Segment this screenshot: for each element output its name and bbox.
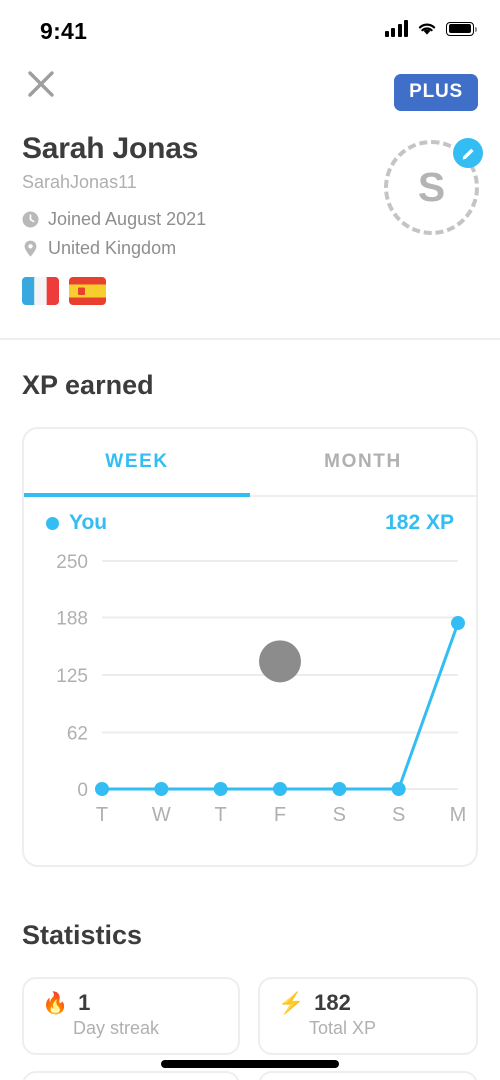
profile-location-row: United Kingdom bbox=[22, 234, 206, 263]
chart-y-tick-label: 62 bbox=[67, 723, 88, 744]
chart-x-tick-label: M bbox=[450, 804, 467, 826]
chart-y-tick-label: 0 bbox=[77, 780, 88, 801]
profile-joined-text: Joined August 2021 bbox=[48, 209, 207, 229]
profile-name: Sarah Jonas bbox=[22, 132, 199, 165]
xp-chart-card: WEEK MONTH You 182 XP 250 188 125 62 0 T W T F S S… bbox=[22, 427, 478, 867]
status-bar-time: 9:41 bbox=[40, 18, 88, 44]
plus-badge[interactable]: PLUS bbox=[394, 74, 478, 111]
chart-data-point[interactable] bbox=[95, 782, 109, 796]
chart-data-point[interactable] bbox=[154, 782, 169, 796]
avatar[interactable]: S bbox=[384, 138, 483, 235]
chart-data-point[interactable] bbox=[213, 782, 228, 796]
stat-value-day-streak: 1 bbox=[78, 990, 91, 1015]
chart-x-tick-label: S bbox=[392, 804, 405, 826]
profile-location-text: United Kingdom bbox=[48, 238, 177, 258]
profile-language-flags bbox=[22, 277, 106, 305]
chart-x-tick-label: S bbox=[333, 804, 346, 826]
profile-joined-row: Joined August 2021 bbox=[22, 205, 206, 234]
clock-icon bbox=[22, 211, 39, 228]
chart-y-tick-label: 188 bbox=[56, 609, 88, 630]
profile-header: Sarah Jonas SarahJonas11 Joined August 2… bbox=[0, 122, 500, 338]
chart-x-tick-label: W bbox=[152, 804, 171, 826]
chart-x-tick-label: T bbox=[96, 804, 108, 826]
legend-label: You bbox=[69, 511, 108, 534]
legend-total-xp: 182 XP bbox=[385, 511, 454, 534]
xp-chart-svg: 250188125620T W T F S S M bbox=[56, 552, 467, 826]
stat-value-total-xp: 182 bbox=[314, 990, 351, 1015]
chart-data-point[interactable] bbox=[273, 782, 287, 796]
chart-legend-series: You bbox=[46, 511, 107, 535]
stat-card-row2-left[interactable] bbox=[22, 1071, 240, 1080]
profile-handle: SarahJonas11 bbox=[22, 172, 137, 192]
chart-data-point[interactable] bbox=[332, 782, 347, 796]
chart-y-tick-label: 125 bbox=[56, 666, 88, 687]
chart-x-tick-label: T bbox=[215, 804, 227, 826]
wifi-icon bbox=[416, 20, 438, 37]
stat-card-day-streak[interactable]: 🔥 1 Day streak bbox=[22, 977, 240, 1055]
top-bar: PLUS bbox=[0, 60, 500, 112]
stat-card-total-xp[interactable]: ⚡ 182 Total XP bbox=[258, 977, 478, 1055]
profile-meta: Joined August 2021 United Kingdom bbox=[22, 205, 206, 263]
xp-section-title: XP earned bbox=[22, 370, 154, 400]
status-bar: 9:41 bbox=[0, 0, 500, 58]
location-pin-icon bbox=[22, 240, 39, 257]
tab-active-underline bbox=[24, 493, 250, 497]
pencil-edit-icon[interactable] bbox=[453, 138, 483, 168]
stat-label-day-streak: Day streak bbox=[73, 1018, 160, 1038]
tab-month[interactable]: MONTH bbox=[250, 429, 476, 495]
profile-screen: 9:41 PLUS Sarah Jonas SarahJonas11 Joine… bbox=[0, 0, 500, 1080]
tab-week[interactable]: WEEK bbox=[24, 429, 250, 495]
close-icon[interactable] bbox=[22, 65, 60, 103]
flame-icon: 🔥 bbox=[42, 991, 69, 1015]
statistics-section-title: Statistics bbox=[22, 920, 143, 950]
status-bar-icons bbox=[384, 20, 478, 37]
battery-full-icon bbox=[446, 21, 478, 36]
chart-data-point[interactable] bbox=[391, 782, 406, 796]
xp-line-chart: 250 188 125 62 0 T W T F S S M bbox=[24, 549, 480, 849]
loading-placeholder-dot bbox=[259, 640, 301, 683]
home-indicator[interactable] bbox=[161, 1060, 339, 1068]
stat-card-row2-right[interactable] bbox=[258, 1071, 478, 1080]
chart-y-tick-label: 250 bbox=[56, 552, 88, 573]
chart-legend: You 182 XP bbox=[24, 511, 476, 535]
lightning-bolt-icon: ⚡ bbox=[278, 991, 305, 1015]
flag-france bbox=[22, 277, 59, 305]
flag-spain bbox=[69, 277, 106, 305]
cellular-signal-icon bbox=[384, 20, 408, 37]
chart-data-point[interactable] bbox=[451, 616, 465, 631]
chart-x-tick-label: F bbox=[274, 804, 286, 826]
legend-dot-icon bbox=[46, 516, 59, 530]
stat-label-total-xp: Total XP bbox=[309, 1018, 377, 1038]
section-divider bbox=[0, 338, 500, 340]
xp-tabs: WEEK MONTH bbox=[24, 429, 476, 497]
